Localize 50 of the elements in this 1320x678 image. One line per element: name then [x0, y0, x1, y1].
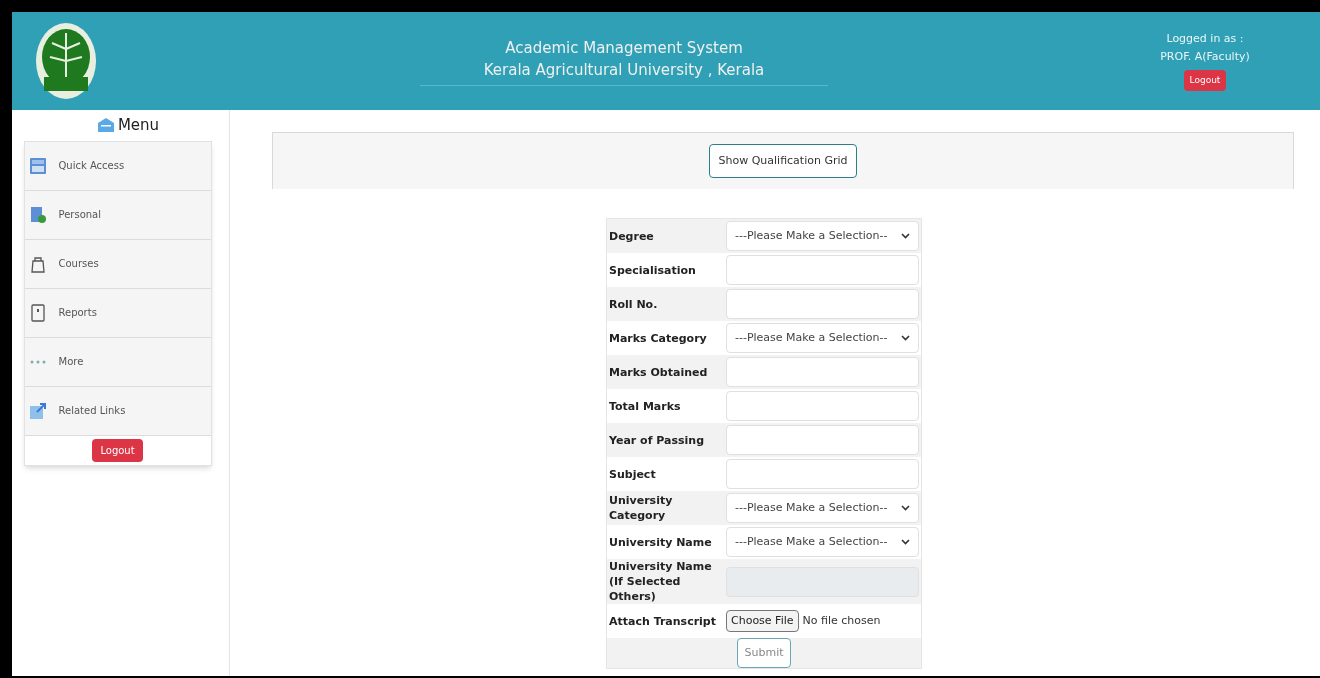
select-field[interactable]: ---Please Make a Selection-- [726, 527, 919, 557]
show-grid-button[interactable]: Show Qualification Grid [709, 143, 857, 179]
menu-icon [97, 118, 114, 133]
logged-in-label: Logged in as : [1166, 30, 1244, 47]
file-status: No file chosen [802, 612, 881, 629]
input-field[interactable] [726, 425, 919, 455]
input-field[interactable] [726, 459, 919, 489]
input-field[interactable] [726, 391, 919, 421]
bag-icon [29, 254, 46, 273]
menu-item[interactable]: Reports [24, 288, 211, 338]
user-name: PROF. A(Faculty) [1160, 49, 1250, 66]
field-label: Degree [608, 228, 655, 244]
field-label: Marks Obtained [608, 364, 709, 380]
logout-button[interactable]: Logout [1183, 69, 1227, 92]
field-label: University Name [608, 534, 713, 550]
menu-item[interactable]: Related Links [24, 386, 211, 436]
field-label: Total Marks [608, 398, 682, 414]
chevron-down-icon [901, 539, 910, 545]
field-label: Marks Category [608, 330, 708, 346]
field-label: Roll No. [608, 296, 659, 312]
chevron-down-icon [901, 505, 910, 511]
menu-item[interactable]: Quick Access [24, 141, 211, 191]
logout-button[interactable]: Logout [92, 438, 143, 462]
input-field[interactable] [726, 289, 919, 319]
field-label: Year of Passing [608, 432, 706, 448]
link-arrow-icon [28, 401, 47, 420]
menu-item[interactable]: More [24, 337, 211, 387]
select-field[interactable]: ---Please Make a Selection-- [726, 221, 919, 251]
input-field[interactable] [726, 357, 919, 387]
field-label: Specialisation [608, 262, 697, 278]
university-name: Kerala Agricultural University , Kerala [419, 58, 829, 86]
chevron-down-icon [901, 335, 910, 341]
drawer-icon [28, 156, 47, 175]
menu-item[interactable]: Courses [24, 239, 211, 289]
menu-item[interactable]: Personal [24, 190, 211, 240]
select-field[interactable]: ---Please Make a Selection-- [726, 493, 919, 523]
app-title: Academic Management System [505, 37, 743, 59]
menu-title: Menu [117, 115, 160, 136]
document-person-icon [28, 205, 47, 224]
field-label: Attach Transcript [608, 613, 717, 629]
chevron-down-icon [901, 233, 910, 239]
input-field[interactable] [726, 255, 919, 285]
select-field[interactable]: ---Please Make a Selection-- [726, 323, 919, 353]
submit-button[interactable]: Submit [737, 637, 791, 668]
report-icon [29, 303, 46, 322]
field-label: University Name (If Selected Others) [608, 559, 713, 604]
field-label: University Category [608, 493, 674, 523]
dots-icon [28, 358, 47, 365]
choose-file-button[interactable]: Choose File [726, 609, 799, 633]
field-label: Subject [608, 466, 657, 482]
